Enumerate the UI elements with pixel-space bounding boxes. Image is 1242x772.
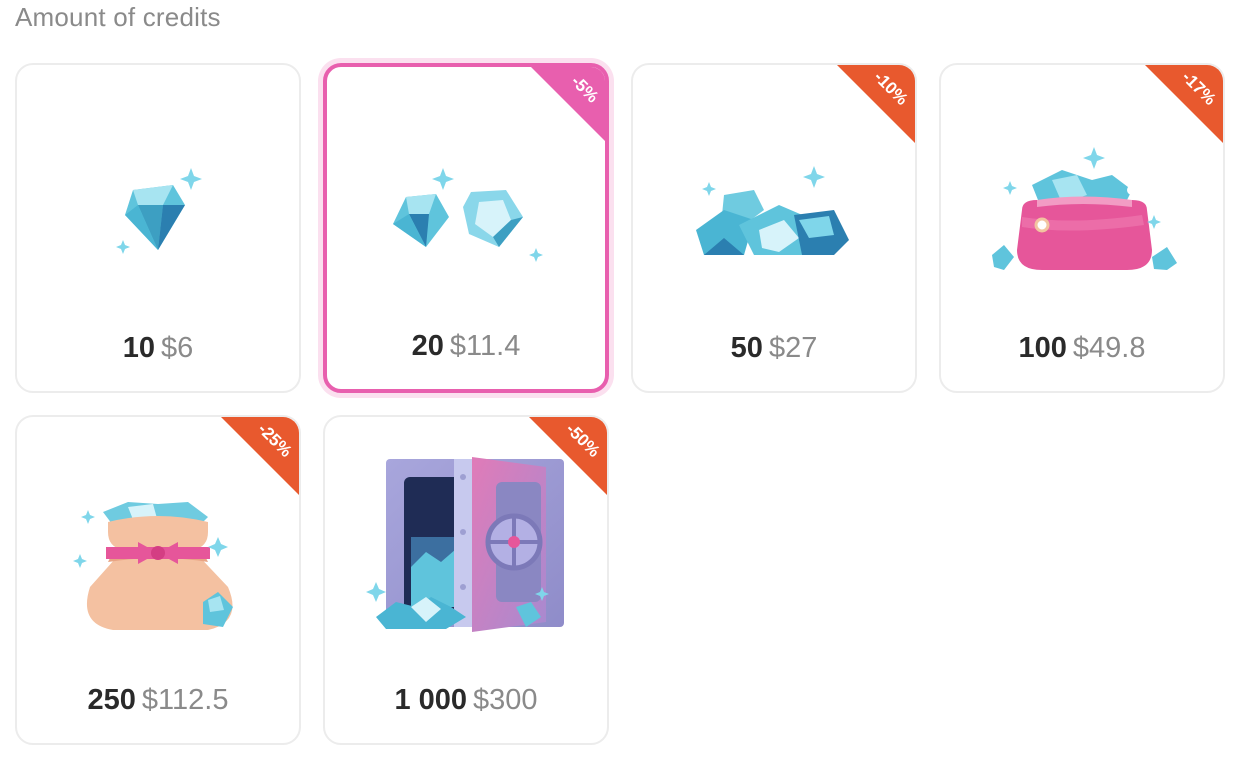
two-diamonds-icon	[327, 137, 605, 297]
credit-package-100[interactable]: -17% 100 $49.8	[939, 63, 1225, 393]
package-label: 10 $6	[17, 334, 299, 363]
package-price: $6	[161, 332, 194, 364]
credit-package-50[interactable]: -10% 50 $27	[631, 63, 917, 393]
credit-package-250[interactable]: -25% 250 $112.5	[15, 415, 301, 745]
discount-badge: -5%	[529, 67, 605, 143]
package-quantity: 250	[87, 684, 136, 716]
package-price: $49.8	[1072, 332, 1146, 364]
package-label: 50 $27	[633, 334, 915, 363]
package-label: 250 $112.5	[17, 686, 299, 715]
credit-package-1000[interactable]: -50% 1 000 $300	[323, 415, 609, 745]
credit-package-20[interactable]: -5% 20 $11.4	[323, 63, 609, 393]
discount-badge: -25%	[221, 417, 299, 495]
diamond-pile-icon	[633, 135, 915, 295]
package-label: 20 $11.4	[327, 332, 605, 361]
safe-icon	[325, 457, 607, 637]
package-label: 100 $49.8	[941, 334, 1223, 363]
section-heading: Amount of credits	[15, 2, 221, 32]
single-diamond-icon	[17, 135, 299, 295]
package-price: $300	[473, 684, 538, 716]
package-quantity: 20	[411, 330, 444, 362]
purse-icon	[941, 135, 1223, 295]
discount-badge: -17%	[1145, 65, 1223, 143]
discount-badge: -10%	[837, 65, 915, 143]
credit-package-10[interactable]: 10 $6	[15, 63, 301, 393]
package-price: $112.5	[141, 684, 229, 716]
package-quantity: 50	[730, 332, 763, 364]
package-label: 1 000 $300	[325, 686, 607, 715]
package-price: $11.4	[449, 330, 521, 362]
package-quantity: 100	[1018, 332, 1067, 364]
package-price: $27	[768, 332, 818, 364]
package-quantity: 10	[122, 332, 155, 364]
package-quantity: 1 000	[394, 684, 468, 716]
sack-icon	[17, 487, 299, 647]
